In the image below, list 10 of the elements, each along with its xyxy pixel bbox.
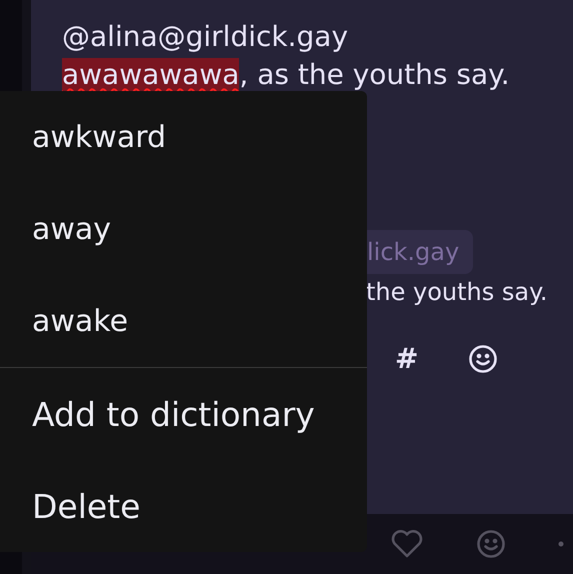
post-text: awawawawa, as the youths say. — [62, 57, 511, 93]
hashtag-button[interactable]: # — [395, 342, 418, 375]
suggestion-item[interactable]: awkward — [0, 91, 367, 183]
preview-text: the youths say. — [365, 278, 548, 306]
dot-icon[interactable] — [558, 541, 564, 547]
heart-icon[interactable] — [390, 529, 424, 559]
suggestion-item[interactable]: awake — [0, 275, 367, 367]
menu-item[interactable]: Delete — [0, 460, 367, 552]
mention-text: @alina@girldick.gay — [62, 19, 350, 55]
menu-item[interactable]: Add to dictionary — [0, 368, 367, 460]
